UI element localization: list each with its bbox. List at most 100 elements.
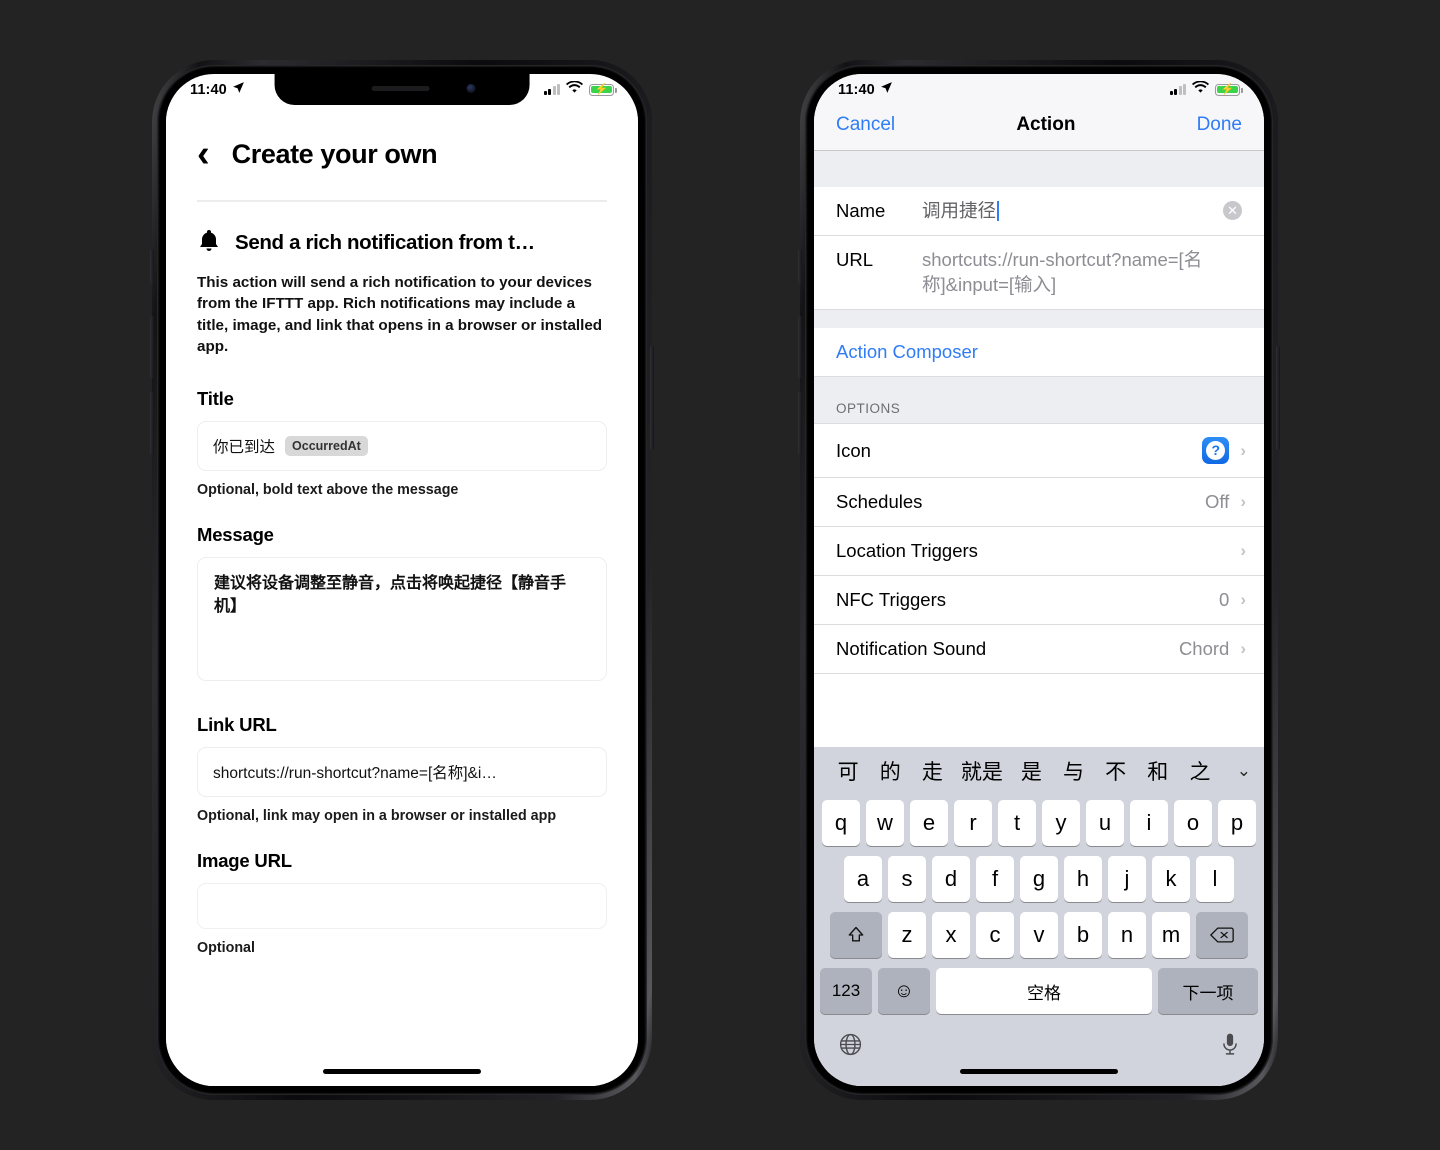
status-time: 11:40 (190, 81, 227, 98)
power-button-right[interactable] (1276, 346, 1280, 450)
options-section-header: OPTIONS (814, 377, 1264, 425)
modal-title: Action (1016, 114, 1076, 135)
option-value-schedules: Off (1204, 491, 1230, 513)
power-button[interactable] (650, 346, 654, 450)
phone-device-right: 11:40 ⚡ Cancel Action Done Name 调用捷径 ✕ U… (798, 60, 1280, 1100)
section-spacer-mid (814, 310, 1264, 329)
key-s[interactable]: s (888, 856, 926, 902)
url-field-row[interactable]: URL shortcuts://run-shortcut?name=[名称]&i… (814, 236, 1264, 311)
wifi-icon-right (1192, 80, 1209, 98)
page-navbar: ‹ Create your own (197, 105, 607, 200)
key-b[interactable]: b (1064, 912, 1102, 958)
chevron-down-icon[interactable]: ⌄ (1221, 761, 1251, 781)
status-indicators: ⚡ (543, 80, 617, 98)
candidate-item[interactable]: 和 (1137, 756, 1179, 786)
option-row-icon[interactable]: Icon ? › (814, 424, 1264, 479)
option-row-schedules[interactable]: Schedules Off › (814, 478, 1264, 528)
link-url-hint: Optional, link may open in a browser or … (197, 807, 557, 824)
space-key[interactable]: 空格 (936, 968, 1152, 1014)
clear-circle-icon[interactable]: ✕ (1223, 201, 1242, 220)
message-input[interactable]: 建议将设备调整至静音，点击将唤起捷径【静音手机】 (197, 556, 607, 681)
option-row-nfc-triggers[interactable]: NFC Triggers 0 › (814, 576, 1264, 626)
candidate-item[interactable]: 是 (1010, 756, 1052, 786)
wifi-icon (566, 80, 583, 98)
key-z[interactable]: z (888, 912, 926, 958)
key-u[interactable]: u (1086, 800, 1124, 846)
divider (197, 200, 607, 202)
key-c[interactable]: c (976, 912, 1014, 958)
option-value-notification-sound: Chord (1178, 638, 1230, 660)
key-a[interactable]: a (844, 856, 882, 902)
option-label-icon: Icon (836, 439, 871, 461)
key-n[interactable]: n (1108, 912, 1146, 958)
home-indicator-right[interactable] (960, 1069, 1118, 1074)
key-o[interactable]: o (1174, 800, 1212, 846)
volume-up-button-right[interactable] (798, 316, 802, 378)
candidate-item[interactable]: 可 (827, 756, 869, 786)
status-time-right: 11:40 (838, 81, 875, 98)
numeric-key[interactable]: 123 (820, 968, 872, 1014)
ingredient-chip-occurredat[interactable]: OccurredAt (285, 435, 368, 456)
name-field-label: Name (836, 200, 886, 221)
action-composer-link[interactable]: Action Composer (836, 341, 978, 362)
chevron-right-icon-sound: › (1240, 639, 1246, 659)
volume-down-button[interactable] (150, 392, 154, 454)
next-key[interactable]: 下一项 (1158, 968, 1258, 1014)
key-y[interactable]: y (1042, 800, 1080, 846)
key-i[interactable]: i (1130, 800, 1168, 846)
candidate-item[interactable]: 与 (1052, 756, 1094, 786)
text-caret (997, 201, 1000, 221)
key-k[interactable]: k (1152, 856, 1190, 902)
candidate-item[interactable]: 不 (1095, 756, 1137, 786)
volume-up-button[interactable] (150, 316, 154, 378)
microphone-icon[interactable] (1220, 1032, 1240, 1063)
link-url-input[interactable]: shortcuts://run-shortcut?name=[名称]&i… (197, 746, 607, 797)
message-field-label: Message (197, 523, 274, 545)
cancel-button[interactable]: Cancel (836, 114, 895, 136)
battery-charging-icon-right: ⚡ (1215, 83, 1243, 96)
smiley-face-icon[interactable]: ☺ (878, 968, 930, 1014)
name-field-row[interactable]: Name 调用捷径 ✕ (814, 187, 1264, 237)
name-field-value[interactable]: 调用捷径 (922, 199, 1223, 223)
option-row-location-triggers[interactable]: Location Triggers › (814, 527, 1264, 577)
mute-switch-right[interactable] (798, 250, 802, 284)
image-url-input[interactable] (197, 882, 607, 929)
globe-icon[interactable] (838, 1032, 863, 1063)
done-button[interactable]: Done (1197, 114, 1242, 136)
url-field-value[interactable]: shortcuts://run-shortcut?name=[名称]&input… (922, 248, 1242, 297)
key-p[interactable]: p (1218, 800, 1256, 846)
candidate-item[interactable]: 走 (911, 756, 953, 786)
home-indicator[interactable] (323, 1069, 481, 1074)
key-w[interactable]: w (866, 800, 904, 846)
key-l[interactable]: l (1196, 856, 1234, 902)
key-r[interactable]: r (954, 800, 992, 846)
key-t[interactable]: t (998, 800, 1036, 846)
option-row-notification-sound[interactable]: Notification Sound Chord › (814, 625, 1264, 675)
action-description: This action will send a rich notificatio… (197, 273, 603, 356)
candidate-item[interactable]: 就是 (953, 756, 1010, 786)
key-d[interactable]: d (932, 856, 970, 902)
title-input[interactable]: 你已到达 OccurredAt (197, 420, 607, 471)
candidate-item[interactable]: 之 (1179, 756, 1221, 786)
image-url-field-label: Image URL (197, 849, 292, 871)
backspace-delete-icon[interactable] (1196, 912, 1248, 958)
key-h[interactable]: h (1064, 856, 1102, 902)
action-composer-row[interactable]: Action Composer (814, 328, 1264, 378)
chevron-left-icon[interactable]: ‹ (197, 135, 210, 173)
key-j[interactable]: j (1108, 856, 1146, 902)
screenshot-canvas: 11:40 ⚡ ‹ Create your own Send a rich no… (0, 0, 1440, 1150)
link-url-field-label: Link URL (197, 713, 277, 735)
key-x[interactable]: x (932, 912, 970, 958)
key-g[interactable]: g (1020, 856, 1058, 902)
volume-down-button-right[interactable] (798, 392, 802, 454)
shift-up-icon[interactable] (830, 912, 882, 958)
key-v[interactable]: v (1020, 912, 1058, 958)
key-q[interactable]: q (822, 800, 860, 846)
key-e[interactable]: e (910, 800, 948, 846)
candidate-item[interactable]: 的 (869, 756, 911, 786)
mute-switch[interactable] (150, 250, 154, 284)
page-title: Create your own (231, 139, 438, 169)
key-m[interactable]: m (1152, 912, 1190, 958)
battery-charging-icon: ⚡ (589, 83, 617, 96)
key-f[interactable]: f (976, 856, 1014, 902)
